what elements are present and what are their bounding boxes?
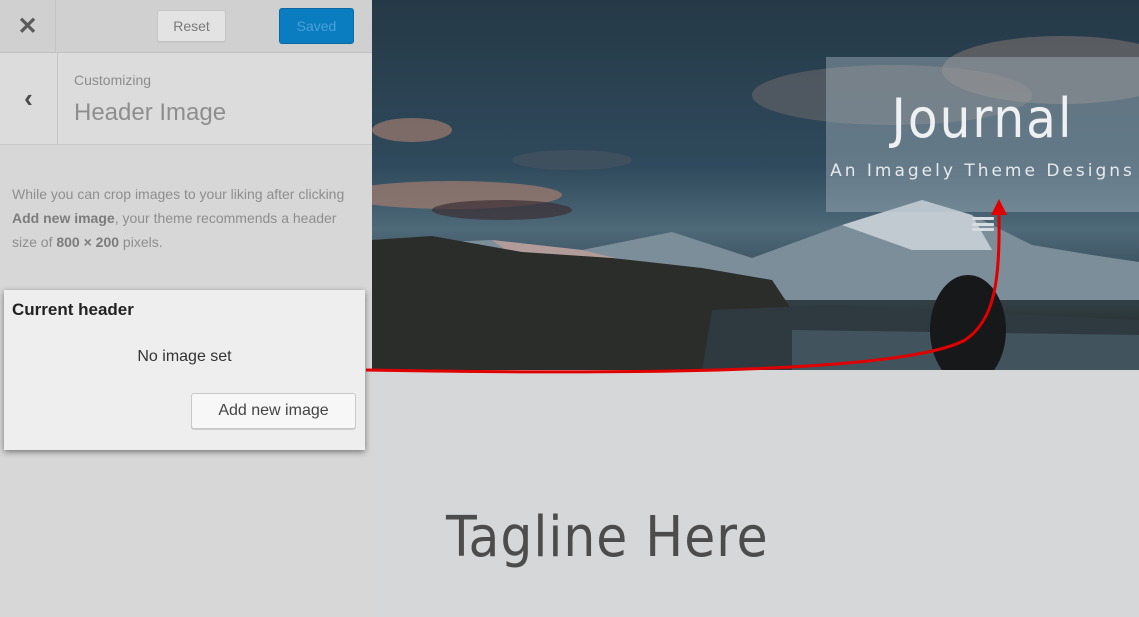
site-branding: Journal An Imagely Theme Designs xyxy=(826,57,1139,212)
header-size-description: While you can crop images to your liking… xyxy=(12,182,352,254)
customizer-toolbar: ✕ Reset Saved xyxy=(0,0,372,53)
add-new-image-button[interactable]: Add new image xyxy=(191,393,356,429)
description-text: pixels. xyxy=(119,234,163,250)
site-description: An Imagely Theme Designs xyxy=(830,161,1135,181)
saved-button[interactable]: Saved xyxy=(279,8,354,44)
tagline: Tagline Here xyxy=(446,505,769,570)
description-bold-add: Add new image xyxy=(12,210,115,226)
section-header: ‹ Customizing Header Image xyxy=(0,53,372,145)
current-header-title: Current header xyxy=(12,300,134,319)
no-image-status: No image set xyxy=(137,348,232,365)
section-title: Header Image xyxy=(74,99,227,126)
back-chevron-icon[interactable]: ‹ xyxy=(0,53,58,144)
description-bold-size: 800 × 200 xyxy=(56,234,120,250)
header-image: Journal An Imagely Theme Designs xyxy=(372,0,1139,370)
description-text: While you can crop images to your liking… xyxy=(12,186,345,202)
hamburger-menu-icon[interactable] xyxy=(972,217,994,231)
close-icon[interactable]: ✕ xyxy=(0,0,56,52)
site-title[interactable]: Journal xyxy=(826,87,1139,150)
reset-button[interactable]: Reset xyxy=(157,10,226,42)
breadcrumb: Customizing xyxy=(74,72,152,88)
site-preview[interactable]: Journal An Imagely Theme Designs Tagline… xyxy=(372,0,1139,617)
current-header-panel: Current header No image set Add new imag… xyxy=(4,290,365,450)
